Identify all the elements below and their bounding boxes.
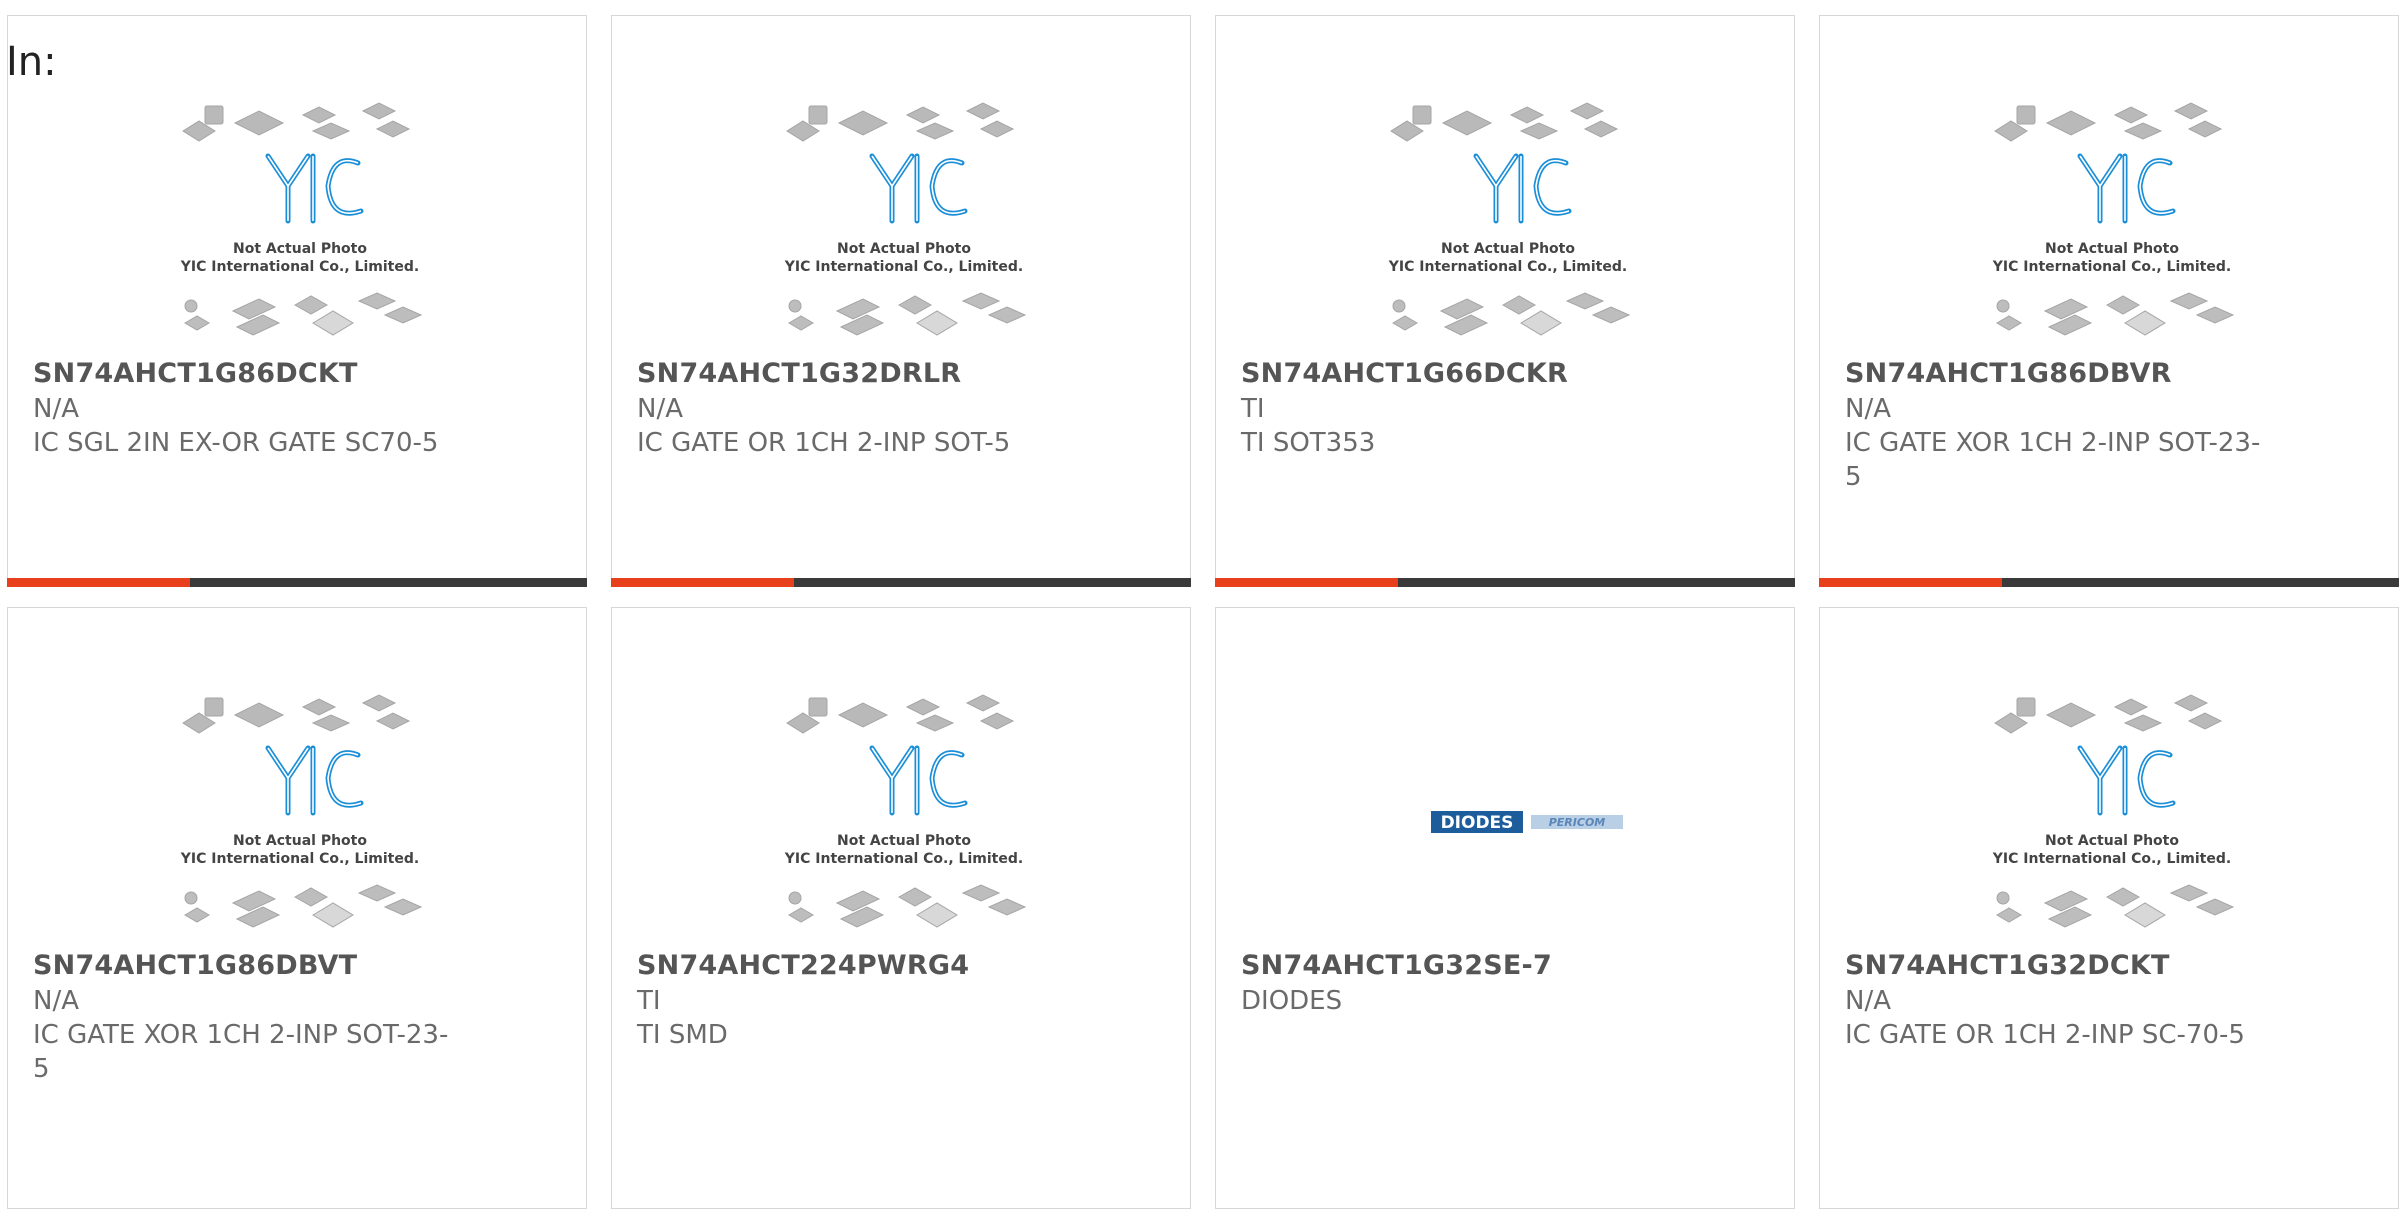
- product-info: SN74AHCT1G86DBVT N/A IC GATE XOR 1CH 2-I…: [33, 948, 483, 1086]
- svg-text:YIC International Co., Limited: YIC International Co., Limited.: [1992, 259, 2231, 275]
- part-number[interactable]: SN74AHCT224PWRG4: [637, 948, 1087, 984]
- manufacturer: TI: [637, 986, 661, 1016]
- product-info: SN74AHCT1G32DCKT N/A IC GATE OR 1CH 2-IN…: [1845, 948, 2295, 1052]
- card-bar: [7, 578, 587, 587]
- part-number[interactable]: SN74AHCT1G86DBVT: [33, 948, 483, 984]
- product-card[interactable]: Not Actual Photo YIC International Co., …: [7, 607, 587, 1209]
- product-info: SN74AHCT1G32SE-7 DIODES: [1241, 948, 1691, 1018]
- svg-text:Not Actual Photo: Not Actual Photo: [1441, 241, 1575, 257]
- manufacturer: N/A: [33, 394, 79, 424]
- card-bar: [1819, 578, 2399, 587]
- manufacturer: N/A: [1845, 986, 1891, 1016]
- description: TI SMD: [637, 1020, 728, 1050]
- svg-text:Not Actual Photo: Not Actual Photo: [837, 241, 971, 257]
- svg-text:Not Actual Photo: Not Actual Photo: [233, 833, 367, 849]
- card-bar-accent: [7, 578, 190, 587]
- description: IC GATE OR 1CH 2-INP SOT-5: [637, 428, 1011, 458]
- product-image[interactable]: Not Actual Photo YIC International Co., …: [163, 101, 438, 363]
- product-info: SN74AHCT1G66DCKR TI TI SOT353: [1241, 356, 1691, 460]
- product-image[interactable]: Not Actual Photo YIC International Co., …: [1371, 101, 1646, 363]
- part-number[interactable]: SN74AHCT1G32SE-7: [1241, 948, 1691, 984]
- description: IC GATE XOR 1CH 2-INP SOT-23-5: [33, 1020, 449, 1084]
- card-bar-accent: [1215, 578, 1398, 587]
- description: TI SOT353: [1241, 428, 1376, 458]
- svg-text:DIODES: DIODES: [1441, 813, 1514, 833]
- product-image[interactable]: Not Actual Photo YIC International Co., …: [1975, 101, 2250, 363]
- part-number[interactable]: SN74AHCT1G66DCKR: [1241, 356, 1691, 392]
- product-info: SN74AHCT1G32DRLR N/A IC GATE OR 1CH 2-IN…: [637, 356, 1087, 460]
- product-info: SN74AHCT1G86DBVR N/A IC GATE XOR 1CH 2-I…: [1845, 356, 2295, 494]
- manufacturer: DIODES: [1241, 986, 1343, 1016]
- product-image[interactable]: Not Actual Photo YIC International Co., …: [767, 693, 1042, 955]
- svg-text:YIC International Co., Limited: YIC International Co., Limited.: [180, 851, 419, 867]
- part-number[interactable]: SN74AHCT1G32DCKT: [1845, 948, 2295, 984]
- product-card[interactable]: Not Actual Photo YIC International Co., …: [1819, 15, 2399, 587]
- svg-text:YIC International Co., Limited: YIC International Co., Limited.: [784, 259, 1023, 275]
- description: IC GATE XOR 1CH 2-INP SOT-23-5: [1845, 428, 2261, 492]
- manufacturer: TI: [1241, 394, 1265, 424]
- svg-text:Not Actual Photo: Not Actual Photo: [2045, 833, 2179, 849]
- part-number[interactable]: SN74AHCT1G86DBVR: [1845, 356, 2295, 392]
- svg-text:YIC International Co., Limited: YIC International Co., Limited.: [1388, 259, 1627, 275]
- svg-text:Not Actual Photo: Not Actual Photo: [2045, 241, 2179, 257]
- svg-text:Not Actual Photo: Not Actual Photo: [233, 241, 367, 257]
- product-grid: Not Actual Photo YIC International Co., …: [7, 15, 2399, 1209]
- product-card[interactable]: Not Actual Photo YIC International Co., …: [1819, 607, 2399, 1209]
- product-info: SN74AHCT224PWRG4 TI TI SMD: [637, 948, 1087, 1052]
- card-bar-accent: [611, 578, 794, 587]
- product-image[interactable]: Not Actual Photo YIC International Co., …: [767, 101, 1042, 363]
- in-label: In:: [6, 39, 57, 85]
- product-image[interactable]: Not Actual Photo YIC International Co., …: [163, 693, 438, 955]
- description: IC SGL 2IN EX-OR GATE SC70-5: [33, 428, 439, 458]
- description: IC GATE OR 1CH 2-INP SC-70-5: [1845, 1020, 2245, 1050]
- part-number[interactable]: SN74AHCT1G32DRLR: [637, 356, 1087, 392]
- svg-text:Not Actual Photo: Not Actual Photo: [837, 833, 971, 849]
- product-image[interactable]: Not Actual Photo YIC International Co., …: [1975, 693, 2250, 955]
- card-bar: [611, 578, 1191, 587]
- svg-text:YIC International Co., Limited: YIC International Co., Limited.: [180, 259, 419, 275]
- product-card[interactable]: Not Actual Photo YIC International Co., …: [611, 607, 1191, 1209]
- svg-text:PERICOM: PERICOM: [1549, 816, 1606, 829]
- part-number[interactable]: SN74AHCT1G86DCKT: [33, 356, 483, 392]
- svg-text:YIC International Co., Limited: YIC International Co., Limited.: [1992, 851, 2231, 867]
- manufacturer: N/A: [1845, 394, 1891, 424]
- product-card[interactable]: Not Actual Photo YIC International Co., …: [1215, 15, 1795, 587]
- product-image[interactable]: DIODES PERICOM: [1371, 693, 1646, 955]
- product-info: SN74AHCT1G86DCKT N/A IC SGL 2IN EX-OR GA…: [33, 356, 483, 460]
- product-card[interactable]: DIODES PERICOM SN74AHCT1G32SE-7 DIODES: [1215, 607, 1795, 1209]
- card-bar: [1215, 578, 1795, 587]
- manufacturer: N/A: [637, 394, 683, 424]
- svg-text:YIC International Co., Limited: YIC International Co., Limited.: [784, 851, 1023, 867]
- product-card[interactable]: Not Actual Photo YIC International Co., …: [611, 15, 1191, 587]
- card-bar-accent: [1819, 578, 2002, 587]
- product-card[interactable]: Not Actual Photo YIC International Co., …: [7, 15, 587, 587]
- manufacturer: N/A: [33, 986, 79, 1016]
